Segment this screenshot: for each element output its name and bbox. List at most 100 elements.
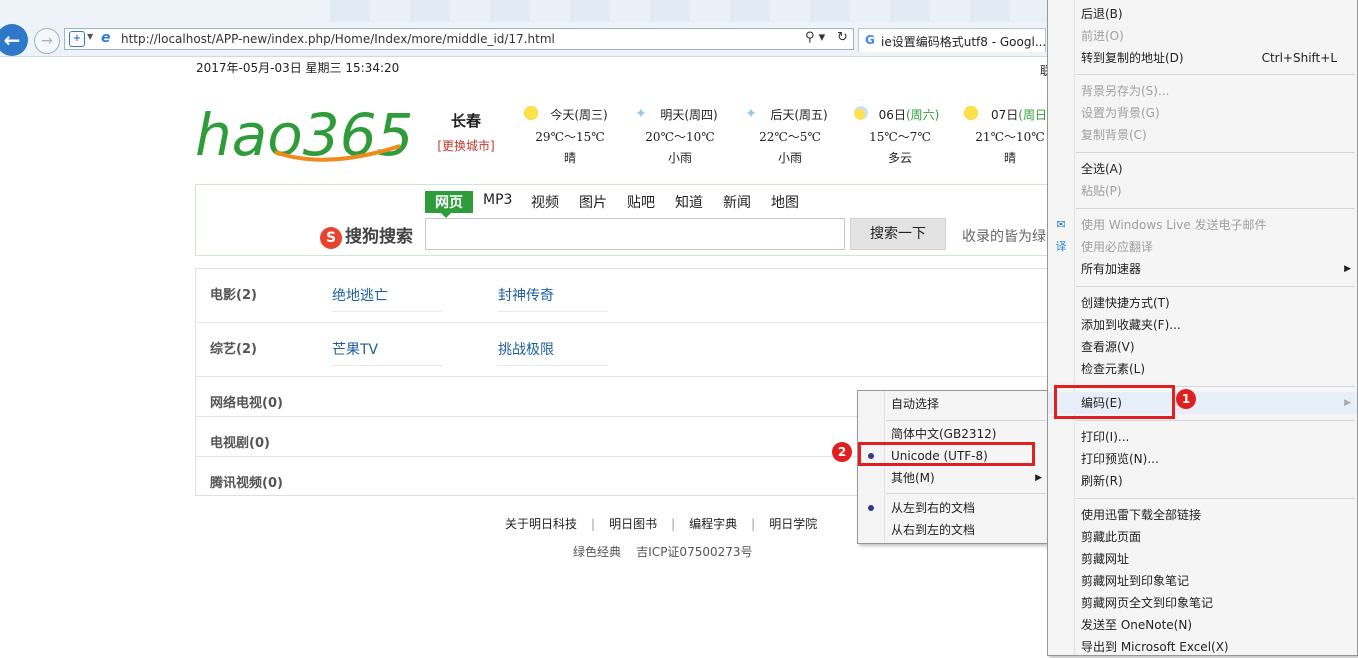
ie-icon: e (101, 30, 111, 46)
menu-item-add-favorites[interactable]: 添加到收藏夹(F)... (1048, 314, 1357, 336)
search-tab-images[interactable]: 图片 (579, 192, 607, 212)
category-label[interactable]: 网络电视(0) (210, 392, 283, 411)
datetime: 2017年-05月-03日 星期三 15:34:20 (196, 61, 400, 75)
menu-item-paste: 粘贴(P) (1081, 184, 1122, 198)
menu-item-clip-page[interactable]: 剪藏此页面 (1048, 526, 1357, 548)
menu-item-select-all[interactable]: 全选(A) (1048, 158, 1357, 180)
weather-day-label: 06日(周六) (878, 108, 940, 122)
footer-links: 关于明日科技 | 明日图书 | 编程字典 | 明日学院 (505, 517, 818, 531)
weather-temp: 29℃～15℃ (535, 130, 605, 144)
search-tab-tieba[interactable]: 贴吧 (627, 192, 655, 212)
weather-day-label: 今天(周三) (550, 108, 608, 122)
refresh-icon[interactable]: ↻ (837, 30, 848, 45)
category-label[interactable]: 电视剧(0) (210, 432, 270, 451)
weather-condition: 晴 (1003, 151, 1016, 165)
step-badge-1: 1 (1176, 389, 1196, 409)
browser-tab[interactable]: G ie设置编码格式utf8 - Googl... (858, 28, 1046, 52)
menu-item-view-source[interactable]: 查看源(V) (1048, 336, 1357, 358)
weather-temp: 22℃～5℃ (759, 130, 821, 144)
search-icon[interactable]: ⚲ ▾ (805, 30, 825, 45)
search-hint: 收录的皆为绿 (962, 229, 1046, 245)
submenu-arrow-icon: ▶ (1344, 398, 1351, 408)
weather-day-label: 后天(周五) (770, 108, 828, 122)
chevron-down-icon[interactable]: ▼ (87, 32, 93, 41)
category-link[interactable]: 绝地逃亡 (332, 285, 442, 312)
menu-item-inspect[interactable]: 检查元素(L) (1048, 358, 1357, 380)
search-tab-mp3[interactable]: MP3 (483, 192, 512, 208)
weather-temp: 20℃～10℃ (645, 130, 715, 144)
category-link[interactable]: 挑战极限 (498, 339, 608, 366)
weather-condition: 晴 (563, 151, 576, 165)
url-text[interactable]: http://localhost/APP-new/index.php/Home/… (121, 32, 555, 46)
weather-condition: 小雨 (667, 151, 692, 165)
google-icon: G (865, 33, 875, 47)
weather-day-3: ✦ 后天(周五) 22℃～5℃ 小雨 (740, 106, 840, 166)
weather-day-label: 07日(周日 (991, 108, 1047, 122)
sogou-logo: S 搜狗搜索 (320, 222, 413, 249)
search-tab-web[interactable]: 网页 (425, 191, 473, 218)
category-label[interactable]: 腾讯视频(0) (210, 472, 283, 491)
search-tab-map[interactable]: 地图 (771, 192, 799, 212)
blurred-tab-strip (330, 0, 1050, 22)
footer-link[interactable]: 明日图书 (609, 517, 657, 531)
search-button[interactable]: 搜索一下 (850, 218, 946, 250)
menu-item-send-onenote[interactable]: 发送至 OneNote(N) (1048, 614, 1357, 636)
footer-text: 绿色经典 (573, 545, 622, 559)
submenu-arrow-icon: ▶ (1035, 473, 1042, 483)
footer-link[interactable]: 编程字典 (689, 517, 737, 531)
sun-icon (964, 106, 978, 120)
tab-title: ie设置编码格式utf8 - Googl... (881, 35, 1047, 49)
menu-item-thunder-download[interactable]: 使用迅雷下载全部链接 (1048, 504, 1357, 526)
menu-item-ltr[interactable]: 从左到右的文档 (858, 497, 1048, 519)
menu-item-accelerators[interactable]: 所有加速器 ▶ (1048, 258, 1357, 280)
arrow-right-icon: → (41, 33, 53, 49)
rain-icon: ✦ (635, 106, 647, 122)
search-tab-video[interactable]: 视频 (531, 192, 559, 212)
arrow-left-icon: ← (3, 28, 21, 52)
search-tab-news[interactable]: 新闻 (723, 192, 751, 212)
category-label[interactable]: 电影(2) (210, 284, 257, 303)
menu-item-clip-url-evernote[interactable]: 剪藏网址到印象笔记 (1048, 570, 1357, 592)
footer-link[interactable]: 明日学院 (769, 517, 817, 531)
menu-item-clip-full-evernote[interactable]: 剪藏网页全文到印象笔记 (1048, 592, 1357, 614)
menu-item-bing-translate: 使用必应翻译 (1081, 240, 1154, 254)
menu-item-clip-url[interactable]: 剪藏网址 (1048, 548, 1357, 570)
category-link[interactable]: 封神传奇 (498, 285, 608, 312)
search-input[interactable] (425, 218, 845, 250)
submenu-arrow-icon: ▶ (1344, 264, 1351, 274)
address-bar[interactable]: + ▼ e http://localhost/APP-new/index.php… (64, 28, 854, 50)
city-name: 长春 (450, 112, 481, 130)
menu-item-save-background: 背景另存为(S)... (1081, 84, 1170, 98)
category-row (196, 323, 1054, 377)
menu-item-other[interactable]: 其他(M) ▶ (858, 467, 1048, 489)
city-panel: 长春 [更换城市] (436, 110, 496, 154)
forward-button[interactable]: → (34, 28, 60, 54)
change-city-link[interactable]: [更换城市] (436, 137, 496, 154)
category-row (196, 269, 1054, 323)
menu-item-back[interactable]: 后退(B) (1048, 3, 1357, 25)
menu-item-goto-copied[interactable]: 转到复制的地址(D) Ctrl+Shift+L (1048, 47, 1357, 69)
encoding-submenu: 自动选择 简体中文(GB2312) Unicode (UTF-8) 其他(M) ▶… (857, 390, 1049, 544)
menu-item-windows-live-mail: 使用 Windows Live 发送电子邮件 (1081, 218, 1267, 232)
weather-temp: 15℃～7℃ (869, 130, 931, 144)
category-link[interactable]: 芒果TV (332, 339, 442, 366)
menu-item-print[interactable]: 打印(I)... (1048, 426, 1357, 448)
shortcut-text: Ctrl+Shift+L (1261, 51, 1337, 65)
highlight-utf8 (858, 442, 1035, 466)
menu-item-copy-background: 复制背景(C) (1081, 128, 1147, 142)
menu-item-rtl[interactable]: 从右到左的文档 (858, 519, 1048, 541)
weather-condition: 小雨 (777, 151, 802, 165)
search-tab-zhidao[interactable]: 知道 (675, 192, 703, 212)
menu-item-print-preview[interactable]: 打印预览(N)... (1048, 448, 1357, 470)
menu-item-refresh[interactable]: 刷新(R) (1048, 470, 1357, 492)
category-label[interactable]: 综艺(2) (210, 338, 257, 357)
weather-day-4: 06日(周六) 15℃～7℃ 多云 (850, 106, 950, 166)
menu-item-export-excel[interactable]: 导出到 Microsoft Excel(X) (1048, 636, 1357, 658)
footer-link[interactable]: 关于明日科技 (505, 517, 577, 531)
cloudy-icon (854, 106, 868, 120)
weather-condition: 多云 (887, 151, 912, 165)
menu-item-create-shortcut[interactable]: 创建快捷方式(T) (1048, 292, 1357, 314)
hao365-logo[interactable]: hao365 (195, 100, 410, 170)
shield-icon[interactable]: + (69, 31, 85, 47)
menu-item-auto-select[interactable]: 自动选择 (858, 393, 1048, 415)
